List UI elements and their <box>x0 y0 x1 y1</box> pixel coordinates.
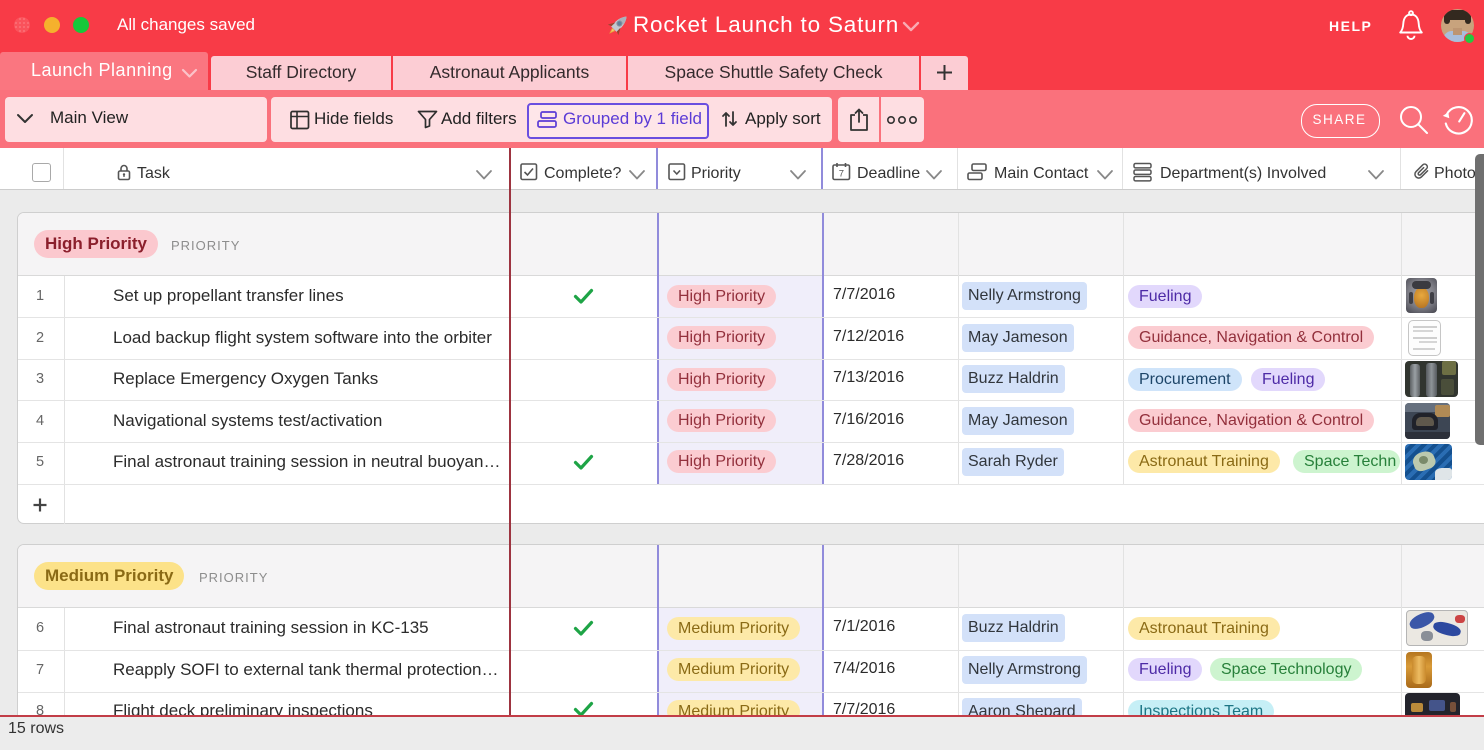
svg-text:7: 7 <box>839 169 844 180</box>
